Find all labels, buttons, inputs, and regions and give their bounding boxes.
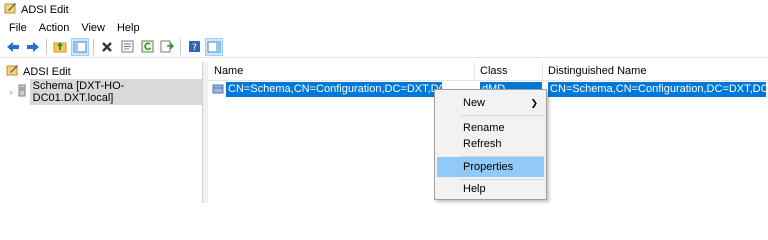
tree-item-label: Schema [DXT-HO-DC01.DXT.local]	[29, 79, 202, 105]
back-arrow-icon[interactable]	[4, 38, 22, 56]
toolbar-divider	[93, 38, 94, 55]
column-header-class[interactable]: Class	[480, 65, 508, 77]
menu-file[interactable]: File	[3, 22, 33, 34]
export-list-icon[interactable]	[158, 38, 176, 56]
title-bar: ADSI Edit	[0, 0, 768, 19]
svg-text:?: ?	[192, 43, 197, 53]
context-menu: New ❯ Rename Refresh Properties Help	[434, 89, 547, 200]
schema-object-icon	[212, 83, 224, 98]
show-hide-console-tree-icon[interactable]	[71, 37, 89, 56]
forward-arrow-icon[interactable]	[24, 38, 42, 56]
up-folder-icon[interactable]	[51, 38, 69, 56]
delete-icon[interactable]	[98, 38, 116, 56]
menu-bar: File Action View Help	[0, 19, 768, 36]
column-divider[interactable]	[474, 62, 475, 81]
menu-item-new[interactable]: New ❯	[437, 93, 544, 113]
menu-item-help[interactable]: Help	[437, 179, 544, 199]
menu-item-label: Properties	[463, 161, 514, 173]
menu-item-properties[interactable]: Properties	[437, 157, 544, 177]
properties-icon[interactable]	[118, 38, 136, 56]
refresh-icon[interactable]	[138, 38, 156, 56]
adsi-edit-app-icon	[4, 2, 17, 17]
row-dn-cell: CN=Schema,CN=Configuration,DC=DXT,DC=loc…	[550, 83, 768, 95]
menu-help[interactable]: Help	[111, 22, 146, 34]
help-icon[interactable]: ?	[185, 38, 203, 56]
adsi-edit-icon	[6, 64, 19, 79]
toolbar-divider	[46, 38, 47, 55]
menu-item-refresh[interactable]: Refresh	[437, 134, 544, 154]
chevron-right-icon[interactable]: ›	[6, 87, 16, 97]
console-tree-pane: ADSI Edit › Schema [DXT-HO-DC01.DXT.loca…	[0, 62, 203, 203]
tree-item-schema[interactable]: › Schema [DXT-HO-DC01.DXT.local]	[6, 79, 202, 105]
menu-separator	[461, 115, 544, 116]
window-title: ADSI Edit	[21, 3, 69, 16]
menu-item-label: New	[463, 97, 486, 109]
menu-item-label: Rename	[463, 122, 505, 134]
show-hide-action-pane-icon[interactable]	[205, 37, 223, 56]
submenu-arrow-icon: ❯	[530, 97, 538, 108]
server-icon	[18, 84, 26, 100]
menu-item-label: Refresh	[463, 138, 502, 150]
toolbar: ?	[0, 36, 768, 58]
toolbar-divider	[180, 38, 181, 55]
menu-item-label: Help	[463, 183, 486, 195]
menu-view[interactable]: View	[75, 22, 111, 34]
tree-item-label: ADSI Edit	[23, 65, 71, 78]
tree-item-adsi-edit[interactable]: ADSI Edit	[6, 64, 71, 79]
column-header-name[interactable]: Name	[214, 65, 243, 77]
column-divider[interactable]	[542, 62, 543, 81]
column-header-row: Name Class Distinguished Name	[208, 62, 768, 81]
column-header-distinguished-name[interactable]: Distinguished Name	[548, 65, 646, 77]
menu-action[interactable]: Action	[33, 22, 76, 34]
